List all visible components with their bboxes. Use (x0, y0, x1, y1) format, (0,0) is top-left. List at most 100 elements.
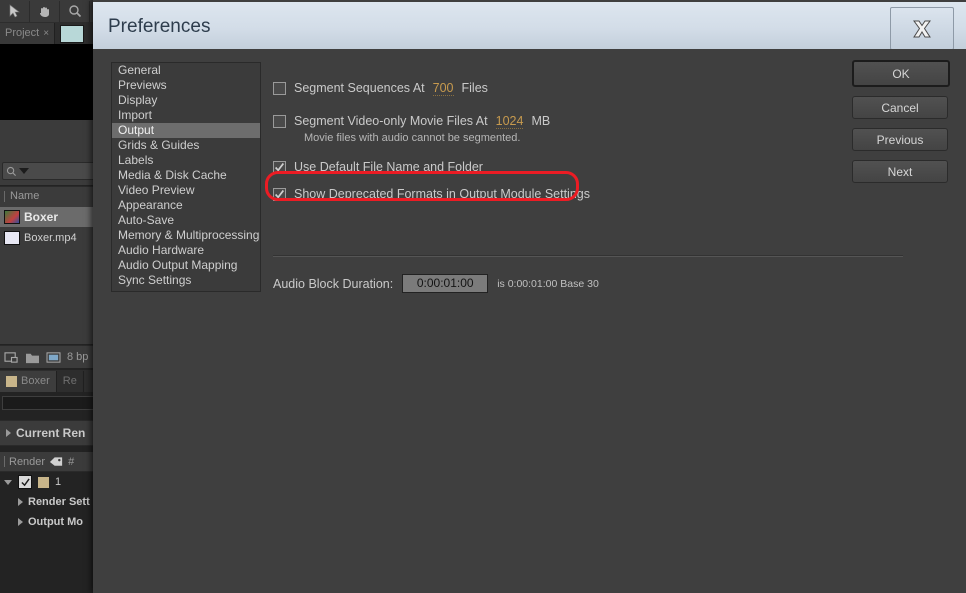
project-preview-area (0, 44, 93, 120)
category-item-general[interactable]: General (112, 63, 260, 78)
disclosure-triangle-icon[interactable] (18, 518, 23, 526)
category-item-sync-settings[interactable]: Sync Settings (112, 273, 260, 288)
segment-video-only-label: Segment Video-only Movie Files At (294, 114, 488, 128)
category-list[interactable]: General Previews Display Import Output G… (111, 62, 261, 292)
list-item[interactable]: Boxer.mp4 (0, 228, 97, 248)
show-deprecated-formats-row[interactable]: Show Deprecated Formats in Output Module… (273, 185, 818, 203)
screen: Project × Name Boxer Boxer.mp4 8 bp Boxe… (0, 0, 966, 593)
label-color-swatch[interactable] (38, 476, 49, 488)
segment-video-only-checkbox[interactable] (273, 114, 286, 128)
output-module-label: Output Mo (28, 516, 83, 528)
column-header-render: Render (9, 455, 46, 468)
current-render-label: Current Ren (16, 426, 86, 440)
segment-video-only-value[interactable]: 1024 (495, 114, 524, 129)
new-comp-icon[interactable] (4, 351, 19, 364)
bit-depth-label[interactable]: 8 bp (67, 351, 88, 363)
segment-video-only-hint: Movie files with audio cannot be segment… (304, 132, 521, 144)
tab-boxer[interactable]: Boxer (0, 370, 57, 392)
project-metadata-area (0, 120, 93, 155)
render-item-number: 1 (55, 476, 62, 488)
close-x-icon (913, 20, 931, 37)
category-item-import[interactable]: Import (112, 108, 260, 123)
search-icon (6, 166, 17, 176)
audio-block-duration-input[interactable]: 0:00:01:00 (402, 274, 489, 293)
new-folder-icon[interactable] (25, 351, 40, 364)
segment-sequences-checkbox[interactable] (273, 81, 286, 95)
column-header-name: Name (10, 190, 40, 202)
list-item-label: Boxer.mp4 (24, 232, 77, 244)
next-button[interactable]: Next (852, 160, 948, 183)
use-default-file-name-row[interactable]: Use Default File Name and Folder (273, 158, 818, 176)
tab-project-label: Project (5, 27, 40, 39)
tab-boxer-label: Boxer (21, 375, 50, 387)
column-header-hash: # (68, 455, 75, 468)
footage-icon (4, 231, 20, 245)
segment-sequences-label: Segment Sequences At (294, 81, 425, 95)
column-divider (4, 190, 5, 202)
segment-sequences-value[interactable]: 700 (432, 81, 454, 96)
render-queue-row[interactable]: 1 (0, 472, 95, 492)
show-deprecated-formats-checkbox[interactable] (273, 187, 286, 201)
list-item-label: Boxer (24, 210, 59, 224)
disclosure-triangle-icon[interactable] (18, 498, 23, 506)
category-item-audio-hardware[interactable]: Audio Hardware (112, 243, 260, 258)
audio-block-duration-label: Audio Block Duration: (273, 276, 394, 291)
current-render-section[interactable]: Current Ren (0, 420, 99, 446)
project-thumbnail (60, 25, 84, 43)
zoom-tool-button[interactable] (60, 0, 90, 22)
category-item-output[interactable]: Output (112, 123, 260, 138)
hand-tool-button[interactable] (30, 0, 60, 22)
use-default-file-name-label: Use Default File Name and Folder (294, 160, 483, 174)
category-item-grids-guides[interactable]: Grids & Guides (112, 138, 260, 153)
category-item-memory-multiprocessing[interactable]: Memory & Multiprocessing (112, 228, 260, 243)
chevron-down-icon[interactable] (19, 168, 29, 174)
category-item-labels[interactable]: Labels (112, 153, 260, 168)
selection-tool-button[interactable] (0, 0, 30, 22)
dialog-title: Preferences (108, 16, 211, 37)
film-icon[interactable] (46, 351, 61, 364)
render-settings-label: Render Sett (28, 496, 90, 508)
cancel-button[interactable]: Cancel (852, 96, 948, 119)
segment-video-only-row[interactable]: Segment Video-only Movie Files At 1024 M… (273, 112, 818, 130)
category-item-appearance[interactable]: Appearance (112, 198, 260, 213)
segment-video-only-unit: MB (531, 114, 551, 128)
tools-toolbar (0, 0, 93, 23)
previous-button[interactable]: Previous (852, 128, 948, 151)
render-queue-tabbar: Boxer Re (0, 370, 93, 392)
category-item-audio-output-mapping[interactable]: Audio Output Mapping (112, 258, 260, 273)
category-item-video-preview[interactable]: Video Preview (112, 183, 260, 198)
category-item-auto-save[interactable]: Auto-Save (112, 213, 260, 228)
tab-render-queue[interactable]: Re (56, 370, 84, 392)
column-divider (4, 456, 5, 467)
category-item-previews[interactable]: Previews (112, 78, 260, 93)
tab-render-queue-label: Re (62, 375, 77, 387)
composition-icon (4, 210, 20, 224)
segment-sequences-unit: Files (461, 81, 488, 95)
comp-swatch-icon (6, 375, 17, 387)
list-item[interactable]: Boxer (0, 207, 97, 227)
close-button[interactable] (890, 7, 954, 50)
close-icon[interactable]: × (43, 28, 49, 39)
render-progress-bar (2, 396, 94, 410)
search-input[interactable] (2, 162, 96, 180)
dialog-body: General Previews Display Import Output G… (93, 49, 966, 593)
audio-block-duration-note: is 0:00:01:00 Base 30 (497, 277, 599, 290)
tab-project[interactable]: Project × (0, 22, 56, 44)
audio-block-duration-row: Audio Block Duration: 0:00:01:00 is 0:00… (273, 274, 599, 293)
disclosure-triangle-icon[interactable] (4, 479, 12, 485)
label-tag-icon (50, 456, 63, 466)
category-item-media-disk-cache[interactable]: Media & Disk Cache (112, 168, 260, 183)
dialog-titlebar: Preferences (93, 2, 966, 50)
project-panel-footer: 8 bp (0, 345, 97, 368)
project-column-header: Name (0, 186, 93, 206)
ok-button[interactable]: OK (852, 60, 950, 87)
segment-sequences-row[interactable]: Segment Sequences At 700 Files (273, 79, 818, 97)
use-default-file-name-checkbox[interactable] (273, 160, 286, 174)
output-settings-panel: Segment Sequences At 700 Files Segment V… (273, 62, 818, 203)
category-item-display[interactable]: Display (112, 93, 260, 108)
show-deprecated-formats-label: Show Deprecated Formats in Output Module… (294, 187, 590, 201)
render-checkbox[interactable] (18, 475, 32, 489)
dialog-button-column: OK Cancel Previous Next (852, 60, 950, 192)
disclosure-triangle-icon[interactable] (6, 429, 11, 437)
render-queue-column-header: Render # (0, 452, 97, 472)
